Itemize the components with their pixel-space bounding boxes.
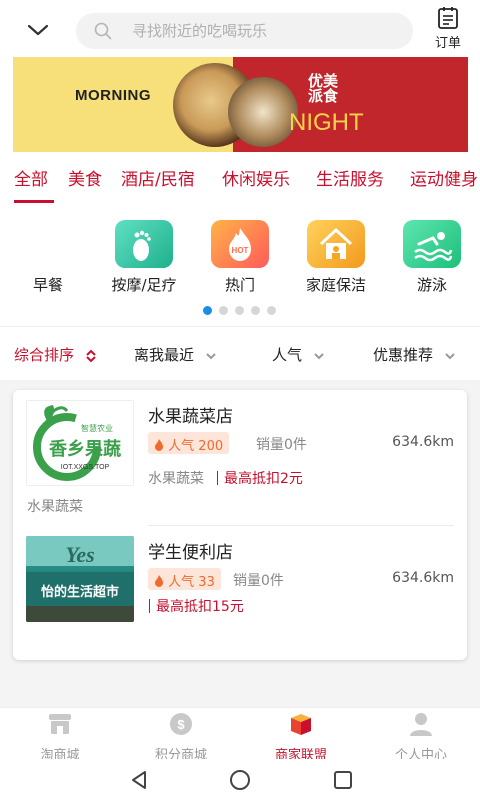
active-tab-indicator [14, 200, 54, 203]
tab-hotel[interactable]: 酒店/民宿 [121, 165, 195, 190]
sort-label: 综合排序 [14, 346, 75, 364]
nav-points-mall[interactable]: $ 积分商城 [131, 712, 231, 763]
shop-item[interactable]: 智慧农业 香乡果蔬 IOT.XXGS.TOP 水果蔬菜店 人气 200 销量0件… [13, 390, 467, 525]
order-label: 订单 [434, 36, 461, 51]
tab-all[interactable]: 全部 [14, 165, 48, 190]
bottom-nav: 淘商城 $ 积分商城 商家联盟 个人中心 [0, 707, 480, 763]
fire-icon [155, 439, 163, 451]
gift-box-icon [291, 714, 311, 735]
shop-logo-image: 智慧农业 香乡果蔬 IOT.XXGS.TOP [26, 400, 134, 486]
chevron-down-icon [206, 352, 216, 359]
home-icon [307, 220, 365, 268]
sort-popularity[interactable]: 人气 [272, 344, 325, 365]
divider [0, 326, 480, 327]
back-icon[interactable] [128, 769, 150, 791]
popularity-badge: 人气 33 [148, 568, 221, 590]
store-icon [49, 714, 71, 734]
svg-text:$: $ [177, 717, 185, 732]
nav-profile[interactable]: 个人中心 [371, 712, 471, 763]
banner-food-image-2 [228, 77, 298, 147]
shop-tag: 水果蔬菜 [148, 471, 204, 487]
sales-count: 销量0件 [256, 437, 307, 453]
search-box[interactable] [76, 13, 413, 49]
order-button[interactable]: 订单 [426, 6, 470, 54]
pager-dot[interactable] [219, 306, 228, 315]
icon-item-massage[interactable]: 按摩/足疗 [107, 220, 181, 296]
icon-label: 早餐 [32, 276, 63, 294]
tag-separator [149, 599, 150, 613]
hot-icon: HOT [211, 220, 269, 268]
sort-discount[interactable]: 优惠推荐 [373, 344, 456, 365]
tab-leisure[interactable]: 休闲娱乐 [222, 165, 290, 190]
carousel-pager [203, 306, 283, 316]
chevron-down-icon[interactable] [26, 22, 50, 38]
icon-label: 游泳 [416, 276, 447, 294]
pager-dot[interactable] [251, 306, 260, 315]
chevron-down-icon [314, 352, 324, 359]
fire-icon [155, 575, 163, 587]
nav-merchant-alliance[interactable]: 商家联盟 [251, 712, 351, 763]
icon-item-swimming[interactable]: 游泳 [395, 220, 469, 296]
search-icon [94, 22, 112, 40]
sort-label: 人气 [272, 346, 303, 364]
popularity-badge: 人气 200 [148, 432, 230, 454]
tab-food[interactable]: 美食 [68, 165, 102, 190]
sort-comprehensive[interactable]: 综合排序 [14, 344, 97, 365]
footprint-icon [115, 220, 173, 268]
pager-dot[interactable] [267, 306, 276, 315]
svg-text:Yes: Yes [65, 542, 94, 567]
pager-dot[interactable] [235, 306, 244, 315]
system-nav-bar [0, 759, 480, 800]
tab-life-service[interactable]: 生活服务 [316, 165, 384, 190]
sort-bar: 综合排序 离我最近 人气 优惠推荐 [0, 330, 480, 378]
sort-toggle-icon [86, 349, 96, 362]
icon-item-breakfast[interactable]: 早餐 [11, 220, 85, 296]
shop-distance: 634.6km [392, 434, 454, 450]
shop-distance: 634.6km [392, 570, 454, 586]
banner-morning-text: MORNING [75, 87, 151, 104]
discount-text: 最高抵扣15元 [156, 599, 244, 615]
banner-cn-text: 优美派食 [308, 72, 339, 105]
shop-name: 水果蔬菜店 [148, 407, 233, 427]
top-bar: 订单 [0, 0, 480, 56]
shop-photo-image: Yes 怡的生活超市 [26, 536, 134, 622]
pager-dot[interactable] [203, 306, 212, 315]
svg-text:智慧农业: 智慧农业 [81, 423, 113, 433]
sales-count: 销量0件 [233, 573, 284, 589]
icon-item-cleaning[interactable]: 家庭保洁 [299, 220, 373, 296]
tab-sports[interactable]: 运动健身 [410, 165, 478, 190]
icon-label: 家庭保洁 [305, 276, 366, 294]
icon-item-hot[interactable]: HOT 热门 [203, 220, 277, 296]
breakfast-icon [19, 220, 77, 268]
category-tabs: 全部 美食 酒店/民宿 休闲娱乐 生活服务 运动健身 [0, 165, 480, 207]
discount-text: 最高抵扣2元 [224, 471, 303, 487]
banner-night-text: NIGHT [289, 109, 364, 136]
shop-name: 学生便利店 [148, 543, 233, 563]
svg-text:香乡果蔬: 香乡果蔬 [48, 439, 121, 460]
promo-banner[interactable]: MORNING 优美派食 NIGHT [13, 57, 468, 152]
shop-item[interactable]: Yes 怡的生活超市 学生便利店 人气 33 销量0件 634.6km 最高抵扣… [13, 526, 467, 656]
search-input[interactable] [132, 13, 402, 49]
icon-label: 热门 [224, 276, 255, 294]
sort-label: 离我最近 [134, 346, 195, 364]
person-icon [410, 713, 432, 736]
chevron-down-icon [445, 352, 455, 359]
svg-text:怡的生活超市: 怡的生活超市 [41, 584, 119, 600]
recents-icon[interactable] [332, 769, 354, 791]
sort-nearest[interactable]: 离我最近 [134, 344, 217, 365]
coin-icon: $ [170, 713, 192, 735]
svg-text:HOT: HOT [232, 246, 249, 255]
swim-icon [403, 220, 461, 268]
nav-mall[interactable]: 淘商城 [10, 712, 110, 763]
svg-text:IOT.XXGS.TOP: IOT.XXGS.TOP [61, 464, 110, 471]
shop-list-card: 智慧农业 香乡果蔬 IOT.XXGS.TOP 水果蔬菜店 人气 200 销量0件… [13, 390, 467, 660]
tag-separator [217, 471, 218, 485]
shop-category: 水果蔬菜 [27, 499, 83, 515]
icon-label: 按摩/足疗 [111, 276, 177, 294]
sort-label: 优惠推荐 [373, 346, 434, 364]
home-circle-icon[interactable] [229, 769, 251, 791]
order-list-icon [438, 7, 458, 29]
